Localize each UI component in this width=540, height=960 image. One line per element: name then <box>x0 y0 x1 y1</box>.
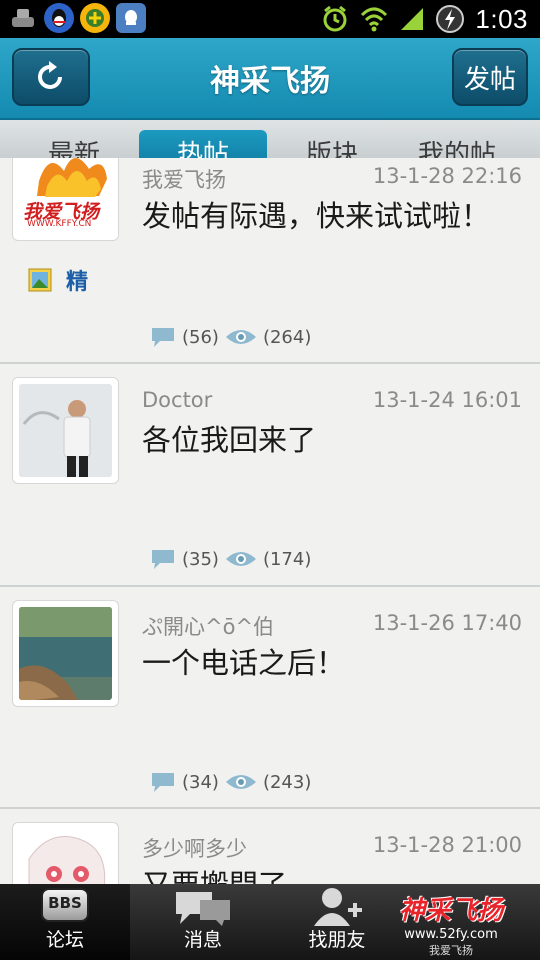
featured-badge: 精 <box>66 270 89 295</box>
watermark-sub: 我爱飞扬 <box>429 944 473 957</box>
tab-latest[interactable]: 最新 <box>14 134 134 158</box>
tab-bar: 最新 热帖 版块 我的帖 <box>0 120 540 158</box>
avatar: 我爱飞扬 WWW.KFFY.CN <box>12 158 119 241</box>
alarm-icon <box>323 5 347 32</box>
list-item[interactable]: ぷ開心^ō^伯 13-1-26 17:40 一个电话之后！ (34) (243) <box>0 587 540 809</box>
comment-icon <box>152 550 174 569</box>
post-title: 发帖有际遇，快来试试啦！ <box>142 199 491 233</box>
post-list: 我爱飞扬 WWW.KFFY.CN 我爱飞扬 13-1-28 22:16 发帖有际… <box>0 158 540 884</box>
bbs-icon: BBS <box>41 888 89 922</box>
watermark-logo: 神采飞扬 www.52fy.com 我爱飞扬 <box>376 890 526 957</box>
nav-forum[interactable]: BBS 论坛 <box>0 884 130 960</box>
post-title: 各位我回来了 <box>142 423 317 457</box>
reply-count: (34) <box>182 771 219 793</box>
list-item[interactable]: 我爱飞扬 WWW.KFFY.CN 我爱飞扬 13-1-28 22:16 发帖有际… <box>0 158 540 364</box>
view-icon <box>225 552 256 566</box>
battery-charging-icon <box>436 5 465 33</box>
reply-count: (56) <box>182 326 219 348</box>
notification-icon <box>116 3 146 33</box>
comment-icon <box>152 328 174 347</box>
app-header: 神采飞扬 发帖 <box>0 38 540 120</box>
bottom-nav: BBS 论坛 消息 找朋友 神采飞扬 www.52fy.com 我爱飞扬 <box>0 884 540 960</box>
add-friend-icon <box>314 888 362 926</box>
tab-my-posts[interactable]: 我的帖 <box>392 134 522 158</box>
nav-forum-label: 论坛 <box>45 929 84 951</box>
view-count: (174) <box>262 548 312 570</box>
post-author: Doctor <box>142 388 213 412</box>
list-item[interactable]: Doctor 13-1-24 16:01 各位我回来了 (35) (174) <box>0 364 540 587</box>
avatar <box>12 600 119 707</box>
post-time: 13-1-24 16:01 <box>372 388 522 412</box>
qq-icon <box>44 3 74 33</box>
post-title: 又要搬門了 <box>142 863 502 884</box>
post-time: 13-1-28 21:00 <box>372 833 522 857</box>
image-icon <box>28 268 52 292</box>
avatar-logo-url: WWW.KFFY.CN <box>27 219 92 229</box>
tab-hot[interactable]: 热帖 <box>139 130 267 158</box>
post-author: 多少啊多少 <box>142 837 247 861</box>
watermark-logo-text: 神采飞扬 <box>398 896 503 926</box>
app-icon <box>80 3 110 33</box>
usb-icon <box>8 3 38 33</box>
tab-boards[interactable]: 版块 <box>272 134 392 158</box>
avatar <box>12 377 119 484</box>
post-author: ぷ開心^ō^伯 <box>142 615 275 639</box>
comment-icon <box>152 773 174 792</box>
nav-messages[interactable]: 消息 <box>138 884 268 960</box>
view-icon <box>225 330 256 344</box>
reply-count: (35) <box>182 548 219 570</box>
view-icon <box>225 775 256 789</box>
view-count: (243) <box>262 771 312 793</box>
avatar <box>12 822 119 884</box>
list-item[interactable]: 多少啊多少 13-1-28 21:00 又要搬門了 <box>0 809 540 884</box>
post-time: 13-1-26 17:40 <box>372 611 522 635</box>
post-time: 13-1-28 22:16 <box>372 164 522 188</box>
signal-icon <box>401 8 424 30</box>
watermark-url: www.52fy.com <box>404 927 498 942</box>
new-post-button[interactable]: 发帖 <box>452 48 528 106</box>
wifi-icon <box>361 7 388 32</box>
chat-bubbles-icon <box>176 892 230 926</box>
clock: 1:03 <box>475 3 528 34</box>
status-bar: 1:03 <box>0 0 540 38</box>
view-count: (264) <box>262 326 312 348</box>
nav-messages-label: 消息 <box>183 929 222 951</box>
post-title: 一个电话之后！ <box>142 646 346 680</box>
post-author: 我爱飞扬 <box>142 168 226 192</box>
